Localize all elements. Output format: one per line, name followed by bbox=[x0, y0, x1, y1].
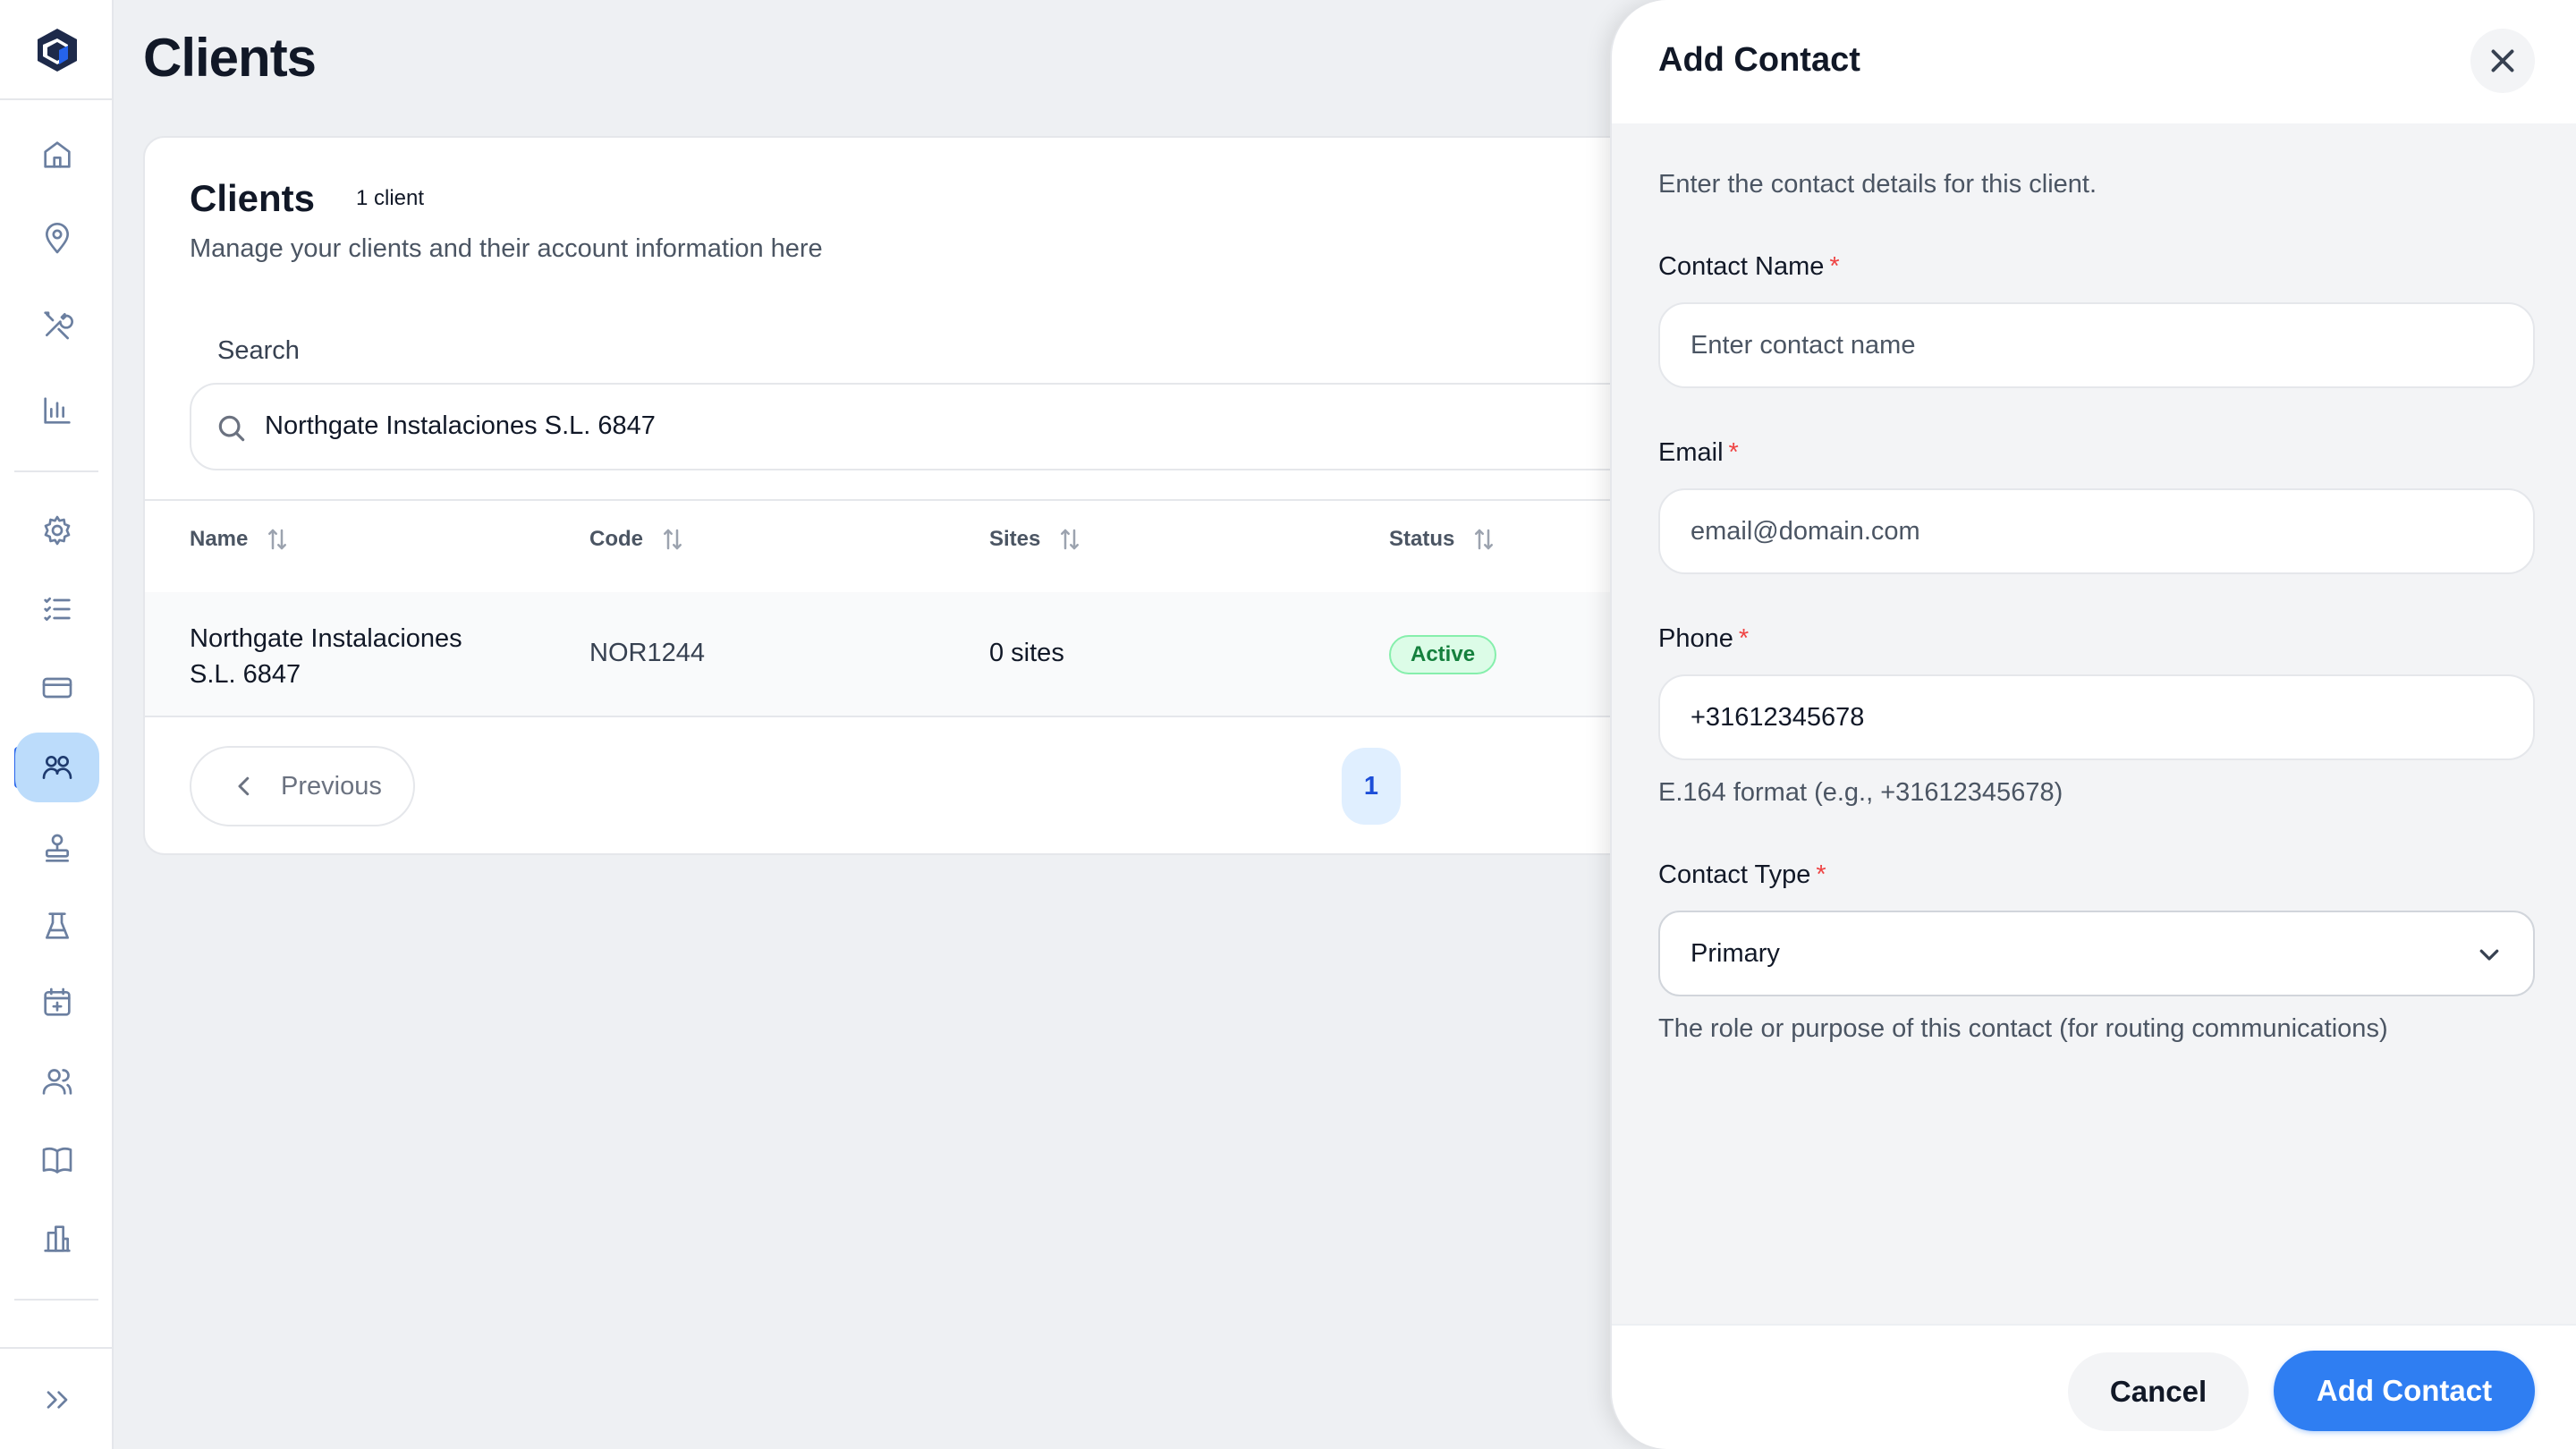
sidebar bbox=[0, 0, 114, 1449]
drawer-intro: Enter the contact details for this clien… bbox=[1658, 170, 2097, 199]
phone-label: Phone * bbox=[1658, 624, 1750, 653]
lab-flask-icon[interactable] bbox=[30, 898, 85, 953]
status-badge: Active bbox=[1389, 635, 1497, 674]
phone-hint: E.164 format (e.g., +31612345678) bbox=[1658, 778, 2063, 807]
add-contact-button[interactable]: Add Contact bbox=[2274, 1351, 2535, 1431]
column-header-code[interactable]: Code bbox=[589, 526, 686, 553]
client-sites: 0 sites bbox=[989, 639, 1064, 667]
column-header-name[interactable]: Name bbox=[190, 526, 291, 553]
chevrons-right-icon[interactable] bbox=[30, 1372, 85, 1428]
required-mark: * bbox=[1829, 252, 1840, 281]
contact-type-value: Primary bbox=[1690, 938, 1780, 968]
checklist-icon[interactable] bbox=[30, 581, 85, 637]
users-icon[interactable] bbox=[30, 1054, 85, 1109]
sidebar-divider bbox=[14, 1299, 98, 1301]
phone-input[interactable] bbox=[1658, 674, 2535, 760]
drawer-header: Add Contact bbox=[1612, 0, 2576, 123]
sidebar-divider bbox=[14, 470, 98, 472]
chevron-left-icon bbox=[238, 776, 250, 796]
column-header-status[interactable]: Status bbox=[1389, 526, 1497, 553]
column-header-sites[interactable]: Sites bbox=[989, 526, 1083, 553]
tools-icon[interactable] bbox=[30, 297, 85, 352]
required-mark: * bbox=[1738, 624, 1750, 653]
book-icon[interactable] bbox=[30, 1132, 85, 1188]
card-description: Manage your clients and their account in… bbox=[190, 234, 823, 263]
home-icon[interactable] bbox=[30, 127, 85, 182]
contact-type-hint: The role or purpose of this contact (for… bbox=[1658, 1014, 2388, 1043]
close-icon bbox=[2491, 49, 2514, 72]
sort-icon bbox=[664, 529, 682, 550]
search-label: Search bbox=[217, 336, 300, 365]
drawer-title: Add Contact bbox=[1658, 41, 1860, 79]
stamp-icon[interactable] bbox=[30, 821, 85, 877]
sort-icon bbox=[268, 529, 287, 550]
sidebar-divider bbox=[0, 98, 112, 100]
email-label: Email * bbox=[1658, 438, 1739, 467]
sort-icon bbox=[1475, 529, 1494, 550]
contact-name-input[interactable] bbox=[1658, 302, 2535, 388]
drawer-footer: Cancel Add Contact bbox=[1612, 1324, 2576, 1449]
email-input[interactable] bbox=[1658, 488, 2535, 574]
search-icon bbox=[215, 411, 249, 445]
contact-type-label: Contact Type * bbox=[1658, 860, 1826, 889]
page-number-button[interactable]: 1 bbox=[1342, 748, 1401, 825]
sort-icon bbox=[1061, 529, 1080, 550]
client-code: NOR1244 bbox=[589, 639, 705, 667]
chevron-down-icon bbox=[2479, 949, 2499, 961]
required-mark: * bbox=[1816, 860, 1826, 889]
clients-icon[interactable] bbox=[15, 733, 99, 802]
close-button[interactable] bbox=[2470, 29, 2535, 93]
bar-chart-icon[interactable] bbox=[30, 383, 85, 438]
client-name: Northgate Instalaciones S.L. 6847 bbox=[190, 624, 462, 689]
app-logo-icon[interactable] bbox=[32, 25, 82, 75]
building-icon[interactable] bbox=[30, 1211, 85, 1267]
credit-card-icon[interactable] bbox=[30, 660, 85, 716]
search-value: Northgate Instalaciones S.L. 6847 bbox=[265, 411, 656, 440]
map-pin-icon[interactable] bbox=[30, 211, 85, 267]
contact-name-label: Contact Name * bbox=[1658, 252, 1840, 281]
contact-type-select[interactable]: Primary bbox=[1658, 911, 2535, 996]
previous-page-button[interactable]: Previous bbox=[190, 746, 415, 826]
cancel-button[interactable]: Cancel bbox=[2068, 1352, 2249, 1431]
add-contact-drawer: Add Contact Enter the contact details fo… bbox=[1610, 0, 2576, 1449]
calendar-plus-icon[interactable] bbox=[30, 975, 85, 1030]
required-mark: * bbox=[1728, 438, 1739, 467]
page-title: Clients bbox=[143, 28, 317, 88]
client-count: 1 client bbox=[356, 186, 425, 210]
card-title: Clients bbox=[190, 177, 316, 219]
settings-icon[interactable] bbox=[30, 503, 85, 558]
sidebar-divider bbox=[0, 1347, 112, 1349]
